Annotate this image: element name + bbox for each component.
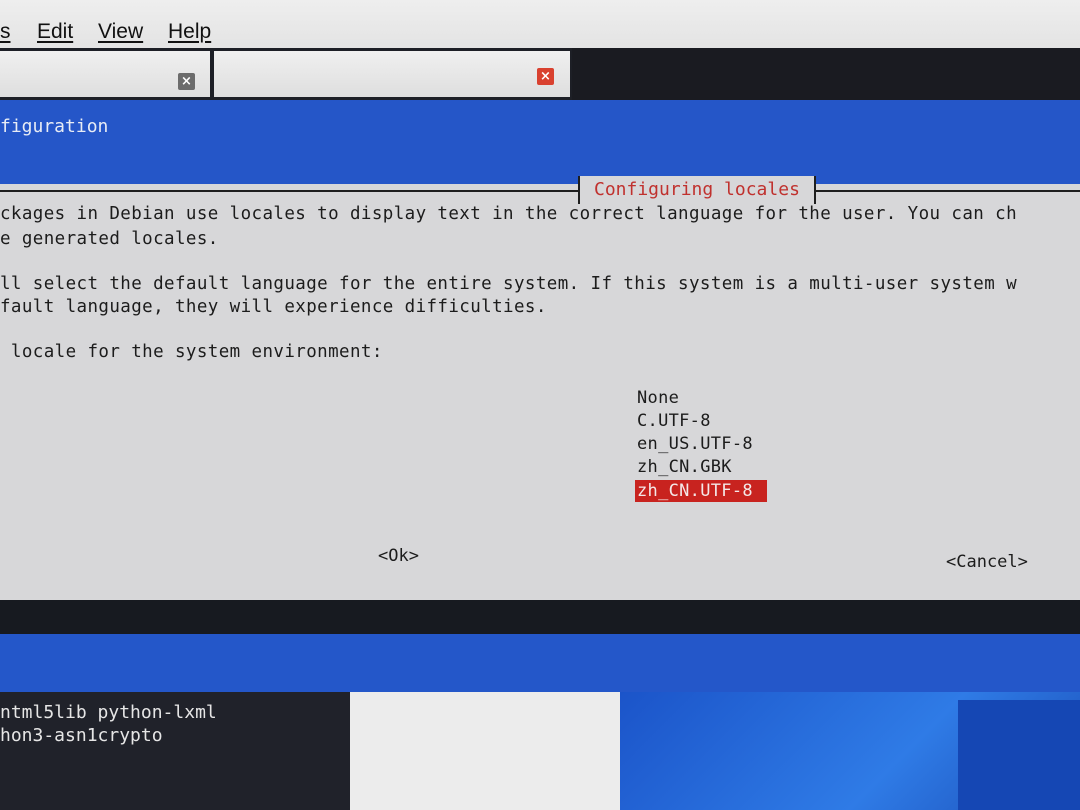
locale-dialog: ckages in Debian use locales to display … — [0, 184, 1080, 604]
dialog-title: Configuring locales — [578, 176, 816, 204]
close-icon[interactable]: × — [178, 73, 195, 90]
dialog-text-line: ll select the default language for the e… — [0, 274, 1018, 294]
locale-option[interactable]: None — [637, 387, 679, 409]
tab-strip-empty — [572, 48, 1080, 100]
background-terminal: ntml5lib python-lxml hon3-asn1crypto — [0, 692, 350, 810]
menu-item-edit[interactable]: Edit — [37, 20, 73, 44]
window-title: figuration — [0, 116, 109, 137]
terminal-line: hon3-asn1crypto — [0, 725, 163, 746]
dialog-shadow — [0, 600, 1080, 634]
locale-option[interactable]: C.UTF-8 — [637, 410, 711, 432]
locale-option-selected[interactable]: zh_CN.UTF-8 — [635, 480, 767, 502]
tab-2[interactable]: × — [214, 51, 570, 97]
cancel-button[interactable]: <Cancel> — [946, 552, 1028, 572]
close-icon[interactable]: × — [537, 68, 554, 85]
tab-strip: × × — [0, 48, 1080, 108]
menu-bar: s Edit View Help — [0, 0, 1080, 55]
dialog-prompt: locale for the system environment: — [0, 342, 383, 362]
background-window — [350, 692, 620, 810]
dialog-border — [0, 190, 1080, 192]
dialog-text-line: ckages in Debian use locales to display … — [0, 204, 1018, 224]
dialog-text-line: fault language, they will experience dif… — [0, 297, 547, 317]
menu-item-view[interactable]: View — [98, 20, 143, 44]
dialog-text-line: e generated locales. — [0, 229, 219, 249]
terminal-background-bottom — [0, 634, 1080, 692]
terminal-line: ntml5lib python-lxml — [0, 702, 217, 723]
locale-option[interactable]: en_US.UTF-8 — [637, 433, 753, 455]
desktop-wallpaper-panel — [958, 700, 1080, 810]
terminal-background — [0, 100, 1080, 188]
ok-button[interactable]: <Ok> — [378, 546, 419, 566]
menu-item-help[interactable]: Help — [168, 20, 211, 44]
locale-option[interactable]: zh_CN.GBK — [637, 456, 732, 478]
tab-1[interactable]: × — [0, 51, 210, 97]
menu-item-tools[interactable]: s — [0, 20, 11, 44]
